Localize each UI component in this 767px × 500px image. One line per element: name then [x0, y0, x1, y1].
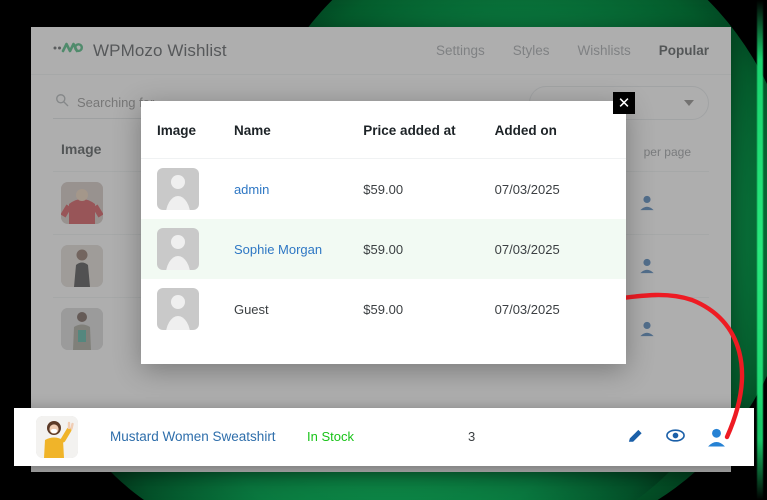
per-page-note: per page [643, 145, 691, 159]
search-icon [55, 93, 69, 112]
user-icon[interactable] [639, 321, 655, 337]
modal-column-header-image: Image [141, 101, 234, 159]
product-thumb-mustard-sweatshirt [36, 416, 78, 458]
nav-item-wishlists[interactable]: Wishlists [577, 43, 630, 58]
modal-table-row[interactable]: Guest $59.00 07/03/2025 [141, 279, 626, 339]
modal-row-name-cell: Sophie Morgan [233, 219, 364, 279]
spotlight-table-row[interactable]: Mustard Women Sweatshirt In Stock 3 [14, 408, 754, 466]
popular-users-modal: ✕ Image Name Price added at Added on adm… [141, 92, 635, 364]
modal-row-avatar-cell [141, 159, 234, 220]
modal-row-name-cell: Guest [234, 279, 363, 339]
green-edge-arc [757, 0, 763, 500]
modal-row-avatar-cell [141, 279, 234, 339]
modal-row-price-cell: $59.00 [363, 301, 404, 317]
modal-column-header-name: Name [233, 101, 364, 159]
modal-user-name: Guest [233, 301, 269, 317]
product-thumb-red-top [61, 182, 103, 224]
user-avatar-placeholder [157, 228, 199, 270]
edit-pencil-icon[interactable] [627, 428, 644, 447]
user-icon[interactable] [639, 195, 655, 211]
modal-table: Image Name Price added at Added on admin… [141, 101, 626, 339]
modal-table-row[interactable]: Sophie Morgan $59.00 07/03/2025 [141, 219, 626, 279]
brand: WPMozo Wishlist [53, 40, 227, 61]
modal-row-avatar-cell [141, 219, 234, 279]
modal-column-header-price: Price added at [363, 101, 495, 159]
spotlight-image-cell [36, 416, 110, 458]
stock-status: In Stock [307, 429, 354, 444]
modal-row-date-cell: 07/03/2025 [494, 219, 626, 279]
screenshot-stage: WPMozo Wishlist Settings Styles Wishlist… [0, 0, 767, 500]
modal-user-name-link[interactable]: admin [234, 182, 269, 197]
user-icon-highlighted[interactable] [707, 428, 726, 447]
user-avatar-placeholder [157, 168, 199, 210]
wpmozo-logo-icon [53, 40, 84, 61]
top-nav: Settings Styles Wishlists Popular [436, 43, 709, 58]
nav-item-styles[interactable]: Styles [513, 43, 550, 58]
modal-column-header-date: Added on [494, 101, 626, 159]
spotlight-stock-cell: In Stock [285, 428, 430, 446]
modal-row-price-cell: $59.00 [363, 219, 495, 279]
modal-table-header-row: Image Name Price added at Added on [141, 101, 626, 159]
modal-user-name-link[interactable]: Sophie Morgan [234, 242, 322, 257]
user-icon[interactable] [639, 258, 655, 274]
modal-row-name-cell: admin [234, 159, 363, 220]
product-name-link[interactable]: Mustard Women Sweatshirt [110, 429, 276, 444]
spotlight-count-cell: 3 [430, 428, 590, 446]
nav-item-popular[interactable]: Popular [659, 43, 709, 58]
wishlist-count: 3 [468, 429, 476, 444]
column-header-image: Image [61, 141, 102, 157]
nav-item-settings[interactable]: Settings [436, 43, 485, 58]
app-header: WPMozo Wishlist Settings Styles Wishlist… [31, 27, 731, 75]
modal-table-row[interactable]: admin $59.00 07/03/2025 [141, 159, 626, 220]
spotlight-name-cell: Mustard Women Sweatshirt [110, 428, 285, 446]
row-image-cell [53, 171, 151, 235]
modal-row-date-cell: 07/03/2025 [494, 181, 560, 197]
chevron-down-icon [684, 100, 694, 106]
row-image-cell [53, 234, 151, 298]
row-image-cell [53, 297, 151, 360]
modal-row-date-cell: 07/03/2025 [494, 301, 560, 317]
eye-icon[interactable] [666, 428, 685, 447]
product-thumb-black-dress [61, 245, 103, 287]
user-avatar-placeholder [157, 288, 199, 330]
close-icon[interactable]: ✕ [613, 92, 635, 114]
product-thumb-jacket [61, 308, 103, 350]
spotlight-actions-cell [627, 428, 732, 447]
modal-row-price-cell: $59.00 [363, 181, 404, 197]
app-title: WPMozo Wishlist [93, 40, 227, 60]
